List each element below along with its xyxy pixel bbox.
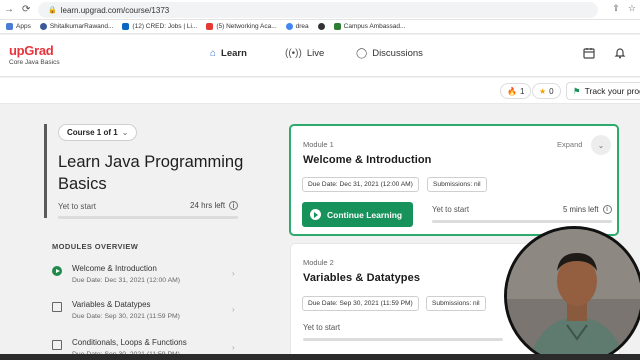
course-progress-bar bbox=[58, 216, 238, 219]
streak-badge[interactable]: 🔥 1 bbox=[500, 83, 532, 99]
due-date-chip: Due Date: Sep 30, 2021 (11:59 PM) bbox=[302, 296, 419, 311]
chevron-right-icon: › bbox=[232, 343, 235, 352]
module-progress-text: Yet to start bbox=[303, 323, 340, 332]
course-progress-text: Yet to start bbox=[58, 202, 96, 211]
expand-label[interactable]: Expand bbox=[557, 140, 582, 149]
notification-bell-icon[interactable] bbox=[614, 47, 626, 62]
chevron-right-icon: › bbox=[232, 305, 235, 314]
info-icon[interactable]: i bbox=[229, 201, 239, 210]
back-arrow-icon[interactable]: → bbox=[0, 4, 18, 15]
module-label: Module 1 bbox=[303, 140, 334, 149]
address-bar[interactable]: 🔒 learn.upgrad.com/course/1373 bbox=[38, 2, 598, 18]
module-card-1[interactable]: Module 1 Welcome & Introduction Expand ⌄… bbox=[289, 124, 619, 236]
youtube-icon bbox=[206, 23, 214, 30]
os-taskbar bbox=[0, 354, 640, 360]
book-icon bbox=[52, 302, 62, 312]
campus-icon bbox=[333, 23, 341, 30]
module-title: Welcome & Introduction bbox=[303, 154, 432, 166]
chevron-down-icon: ⌄ bbox=[121, 128, 129, 137]
status-bar: 🔥 1 ★ 0 ⚑ Track your prog bbox=[0, 78, 640, 104]
course-selector[interactable]: Course 1 of 1 ⌄ bbox=[58, 124, 138, 141]
app-header: upGrad Core Java Basics ⌂ Learn ((•)) Li… bbox=[0, 35, 640, 77]
chevron-down-icon: ⌄ bbox=[597, 140, 605, 150]
browser-toolbar: → ⟳ 🔒 learn.upgrad.com/course/1373 ⇪ ☆ bbox=[0, 0, 640, 20]
nav-discussions[interactable]: ◯ Discussions bbox=[356, 48, 423, 59]
submissions-chip: Submissions: nil bbox=[426, 296, 486, 311]
expand-button[interactable]: ⌄ bbox=[591, 135, 611, 155]
live-broadcast-icon: ((•)) bbox=[285, 48, 302, 59]
nav-learn[interactable]: ⌂ Learn bbox=[210, 48, 247, 59]
github-icon bbox=[317, 23, 325, 30]
bookmark-github[interactable] bbox=[317, 23, 325, 30]
continue-learning-button[interactable]: Continue Learning bbox=[302, 202, 413, 227]
bookmark-star-icon[interactable]: ☆ bbox=[628, 3, 636, 14]
star-icon: ★ bbox=[539, 86, 547, 96]
share-icon[interactable]: ⇪ bbox=[612, 3, 620, 14]
bookmark-apps[interactable]: Apps bbox=[6, 23, 31, 30]
track-progress-button[interactable]: ⚑ Track your prog bbox=[566, 82, 640, 100]
stars-badge[interactable]: ★ 0 bbox=[532, 83, 561, 99]
flag-icon: ⚑ bbox=[573, 85, 581, 96]
play-circle-icon bbox=[310, 209, 321, 220]
bookmark-campus[interactable]: Campus Ambassad... bbox=[333, 23, 405, 30]
modules-overview-heading: MODULES OVERVIEW bbox=[52, 242, 139, 251]
linkedin-icon bbox=[122, 23, 130, 30]
play-circle-icon bbox=[52, 266, 62, 276]
due-date-chip: Due Date: Dec 31, 2021 (12:00 AM) bbox=[302, 177, 419, 192]
facebook-icon bbox=[39, 23, 47, 30]
presenter-webcam bbox=[504, 226, 640, 360]
module-progress-text: Yet to start bbox=[432, 205, 469, 214]
module-progress-bar bbox=[432, 220, 612, 223]
chevron-right-icon: › bbox=[232, 269, 235, 278]
module-time-left: 5 mins left i bbox=[563, 205, 612, 214]
course-hours-left: 24 hrs left i bbox=[190, 201, 239, 210]
bookmark-facebook[interactable]: ShitalkumarRawand... bbox=[39, 23, 113, 30]
module-label: Module 2 bbox=[303, 258, 334, 267]
apps-grid-icon bbox=[6, 23, 13, 30]
flame-icon: 🔥 bbox=[507, 86, 517, 96]
bookmark-youtube[interactable]: (5) Networking Aca... bbox=[206, 23, 277, 30]
nav-live[interactable]: ((•)) Live bbox=[285, 48, 324, 59]
google-icon bbox=[285, 23, 293, 30]
course-title: Learn Java Programming Basics bbox=[58, 153, 244, 193]
url-text: learn.upgrad.com/course/1373 bbox=[60, 5, 170, 15]
chat-bubble-icon: ◯ bbox=[356, 48, 368, 59]
module-progress-bar bbox=[303, 338, 503, 341]
submissions-chip: Submissions: nil bbox=[427, 177, 487, 192]
bookmark-google[interactable]: drea bbox=[285, 23, 309, 30]
calendar-icon[interactable] bbox=[583, 47, 595, 62]
book-icon bbox=[52, 340, 62, 350]
course-accent-bar bbox=[44, 124, 47, 218]
home-icon: ⌂ bbox=[210, 48, 217, 59]
upgrad-logo[interactable]: upGrad bbox=[9, 43, 54, 58]
course-subtitle: Core Java Basics bbox=[9, 59, 60, 66]
bookmark-linkedin[interactable]: (12) CRED: Jobs | Li... bbox=[122, 23, 197, 30]
bookmarks-bar: Apps ShitalkumarRawand... (12) CRED: Job… bbox=[0, 20, 640, 34]
reload-icon[interactable]: ⟳ bbox=[18, 4, 34, 15]
module-title: Variables & Datatypes bbox=[303, 272, 421, 284]
lock-icon: 🔒 bbox=[48, 7, 57, 14]
info-icon[interactable]: i bbox=[602, 205, 612, 214]
